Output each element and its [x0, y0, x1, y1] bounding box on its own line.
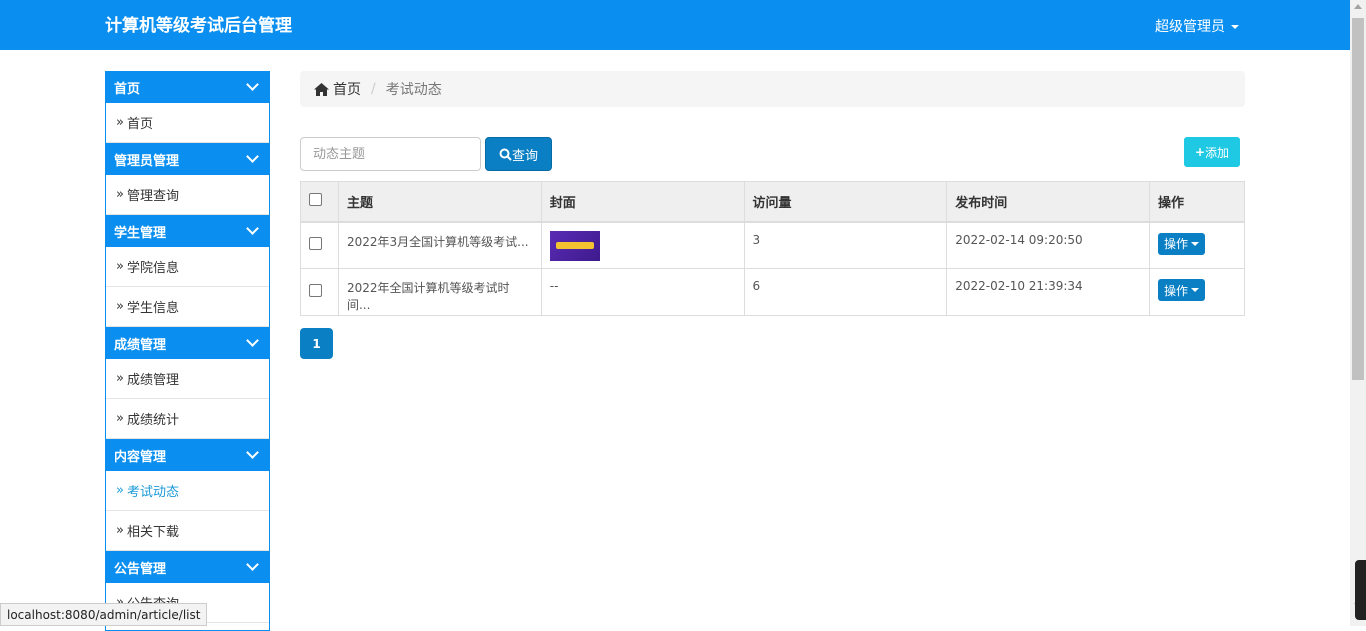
- sidebar-item-exam-news[interactable]: » 考试动态: [106, 471, 269, 511]
- double-chevron-right-icon: »: [116, 411, 124, 426]
- floating-widget[interactable]: [1355, 560, 1366, 620]
- select-all-checkbox[interactable]: [309, 192, 322, 206]
- sidebar-item-home[interactable]: » 首页: [106, 103, 269, 143]
- sidebar-item-score-stats[interactable]: » 成绩统计: [106, 399, 269, 439]
- sidebar-group-label: 管理员管理: [114, 153, 180, 169]
- select-all-cell: [300, 181, 339, 223]
- caret-down-icon: [1191, 241, 1200, 246]
- breadcrumb-home-link[interactable]: 首页: [333, 79, 361, 99]
- double-chevron-right-icon: »: [116, 299, 124, 314]
- search-button-label: 查询: [511, 148, 538, 164]
- cell-views: 6: [743, 268, 948, 316]
- sidebar-item-label: 相关下载: [126, 525, 179, 540]
- sidebar-group-label: 首页: [114, 81, 141, 97]
- sidebar-item-label: 成绩统计: [126, 413, 179, 428]
- row-select-cell: [300, 268, 339, 316]
- cell-action: 操作: [1149, 268, 1245, 316]
- article-table: 主题 封面 访问量 发布时间 操作 2022年3月全国计算机等级考试... 3 …: [300, 181, 1245, 316]
- double-chevron-right-icon: »: [116, 187, 124, 202]
- cover-banner-graphic: [555, 242, 594, 249]
- sidebar-group-content[interactable]: 内容管理: [106, 439, 269, 471]
- sidebar-item-label: 学生信息: [126, 301, 179, 316]
- cell-title[interactable]: 2022年3月全国计算机等级考试...: [337, 221, 542, 269]
- cell-time: 2022-02-10 21:39:34: [946, 268, 1151, 316]
- chevron-down-icon: [246, 334, 259, 347]
- sidebar-item-label: 考试动态: [126, 485, 179, 500]
- column-header-cover: 封面: [540, 181, 745, 223]
- sidebar-group-label: 公告管理: [114, 561, 167, 577]
- cell-action: 操作: [1149, 221, 1245, 269]
- row-action-label: 操作: [1164, 237, 1189, 251]
- row-checkbox[interactable]: [309, 237, 322, 251]
- add-button[interactable]: + 添加: [1184, 137, 1240, 167]
- sidebar-group-scores[interactable]: 成绩管理: [106, 327, 269, 359]
- row-action-dropdown[interactable]: 操作: [1158, 279, 1206, 301]
- sidebar-item-label: 管理查询: [126, 189, 179, 204]
- search-input[interactable]: [300, 137, 481, 171]
- browser-status-url: localhost:8080/admin/article/list: [0, 603, 208, 626]
- app-title[interactable]: 计算机等级考试后台管理: [105, 11, 292, 36]
- caret-down-icon: [1231, 25, 1239, 29]
- row-action-dropdown[interactable]: 操作: [1158, 232, 1206, 255]
- cell-cover: [540, 221, 745, 269]
- plus-icon: +: [1194, 145, 1206, 159]
- cell-time: 2022-02-14 09:20:50: [946, 221, 1151, 269]
- scroll-up-icon[interactable]: [1354, 4, 1362, 9]
- breadcrumb-separator: /: [371, 81, 376, 97]
- sidebar-group-home[interactable]: 首页: [106, 71, 269, 103]
- sidebar-item-label: 学院信息: [126, 261, 179, 276]
- search-button[interactable]: 查询: [485, 137, 552, 171]
- vertical-scrollbar[interactable]: [1350, 0, 1366, 626]
- user-name: 超级管理员: [1155, 19, 1225, 35]
- breadcrumb-current: 考试动态: [385, 82, 442, 98]
- sidebar-group-notices[interactable]: 公告管理: [106, 551, 269, 583]
- double-chevron-right-icon: »: [116, 483, 124, 498]
- row-action-label: 操作: [1164, 283, 1189, 298]
- cell-title[interactable]: 2022年全国计算机等级考试时间...: [337, 268, 542, 316]
- column-header-time: 发布时间: [946, 181, 1151, 223]
- sidebar-group-label: 成绩管理: [114, 337, 167, 353]
- column-header-action: 操作: [1149, 181, 1245, 223]
- cell-views: 3: [743, 221, 948, 269]
- double-chevron-right-icon: »: [116, 259, 124, 274]
- table-row: 2022年3月全国计算机等级考试... 3 2022-02-14 09:20:5…: [300, 221, 1245, 269]
- pagination-page-1[interactable]: 1: [300, 328, 333, 359]
- column-header-title: 主题: [337, 181, 542, 223]
- sidebar-item-label: 成绩管理: [126, 373, 179, 388]
- add-button-label: 添加: [1205, 145, 1230, 160]
- table-row: 2022年全国计算机等级考试时间... -- 6 2022-02-10 21:3…: [300, 268, 1245, 316]
- sidebar-item-admin-query[interactable]: » 管理查询: [106, 175, 269, 215]
- table-header-row: 主题 封面 访问量 发布时间 操作: [300, 181, 1245, 223]
- breadcrumb: 首页 / 考试动态: [300, 71, 1245, 107]
- chevron-down-icon: [246, 78, 259, 91]
- sidebar-item-label: 首页: [126, 117, 153, 132]
- sidebar-item-score-manage[interactable]: » 成绩管理: [106, 359, 269, 399]
- chevron-down-icon: [246, 222, 259, 235]
- home-icon: [314, 82, 329, 96]
- search-icon: [499, 148, 512, 161]
- chevron-down-icon: [246, 558, 259, 571]
- sidebar-group-label: 内容管理: [114, 449, 167, 465]
- sidebar-group-students[interactable]: 学生管理: [106, 215, 269, 247]
- column-header-views: 访问量: [743, 181, 948, 223]
- sidebar-item-student-info[interactable]: » 学生信息: [106, 287, 269, 327]
- row-checkbox[interactable]: [309, 284, 322, 297]
- sidebar-item-college-info[interactable]: » 学院信息: [106, 247, 269, 287]
- scrollbar-thumb[interactable]: [1352, 18, 1364, 380]
- chevron-down-icon: [246, 150, 259, 163]
- chevron-down-icon: [246, 446, 259, 459]
- cell-cover: --: [540, 268, 745, 316]
- sidebar-item-downloads[interactable]: » 相关下载: [106, 511, 269, 551]
- sidebar-group-label: 学生管理: [114, 225, 167, 241]
- cover-thumbnail[interactable]: [549, 230, 600, 261]
- sidebar: 首页 » 首页 管理员管理 » 管理查询 学生管理 » 学院信息 » 学生信息 成绩管理…: [105, 71, 270, 631]
- sidebar-group-admin[interactable]: 管理员管理: [106, 143, 269, 175]
- top-navbar: 计算机等级考试后台管理 超级管理员: [0, 0, 1350, 50]
- double-chevron-right-icon: »: [116, 115, 124, 130]
- caret-down-icon: [1191, 288, 1200, 292]
- row-select-cell: [300, 221, 339, 269]
- double-chevron-right-icon: »: [116, 523, 124, 538]
- user-menu[interactable]: 超级管理员: [1155, 16, 1239, 36]
- double-chevron-right-icon: »: [116, 371, 124, 386]
